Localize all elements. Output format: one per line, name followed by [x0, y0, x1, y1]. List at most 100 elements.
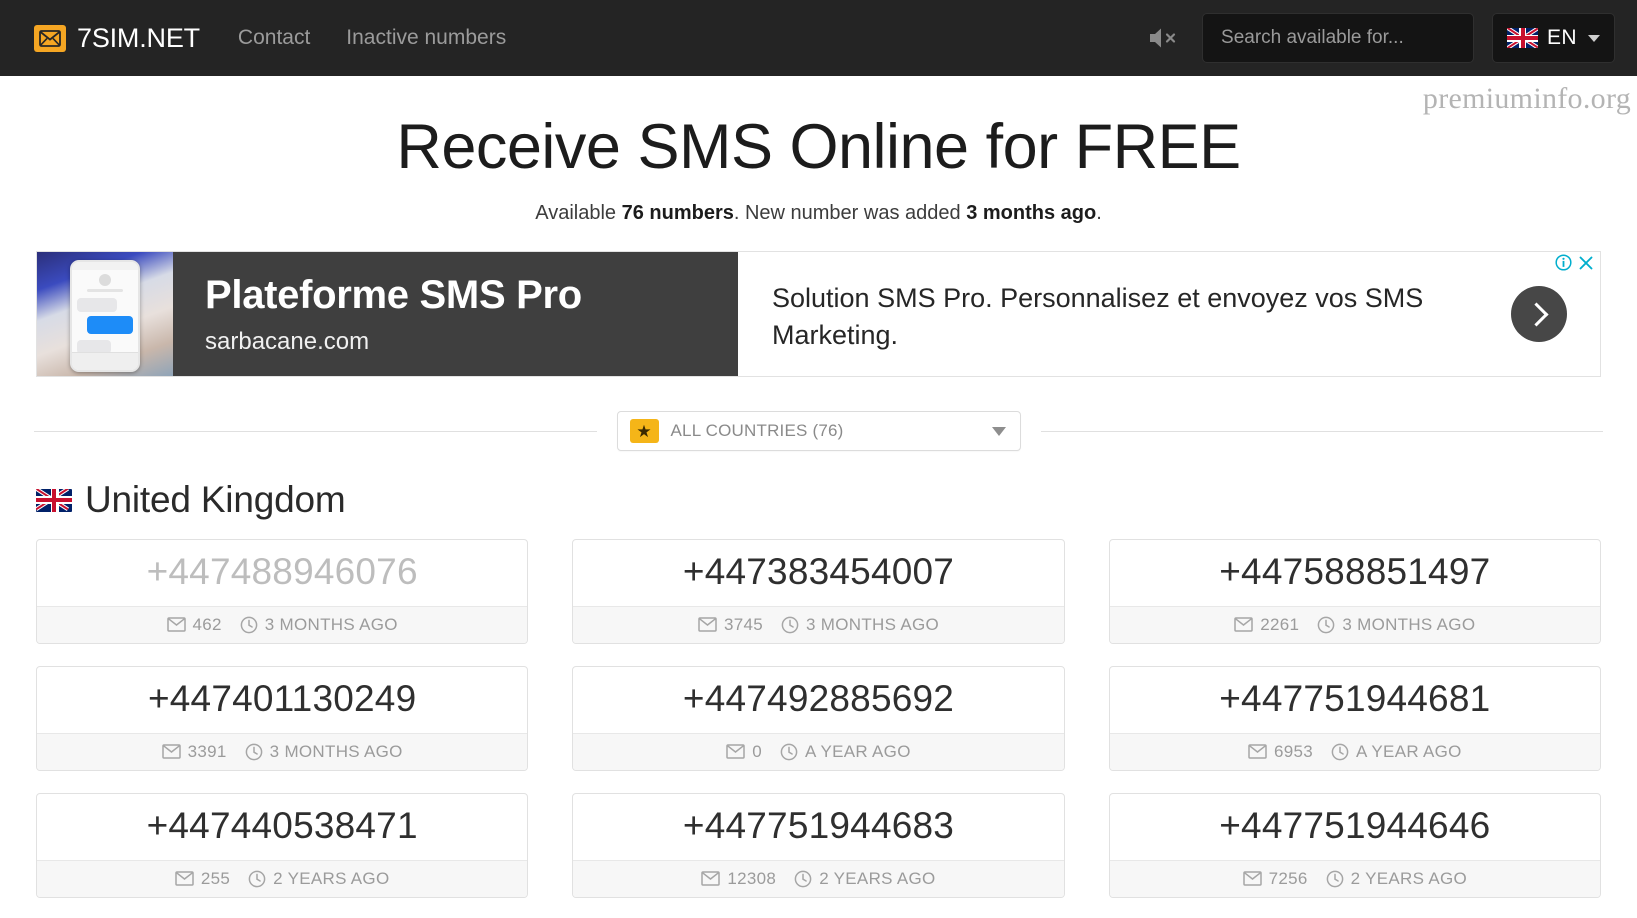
message-count-value: 6953: [1273, 741, 1313, 761]
message-count: 12308: [701, 869, 776, 889]
clock-icon: [248, 870, 266, 888]
brand-logo-link[interactable]: 7SIM.NET: [34, 23, 200, 54]
header-actions: EN: [1140, 13, 1615, 63]
last-updated: 3 MONTHS AGO: [1317, 615, 1475, 635]
divider-right: [1040, 430, 1603, 432]
advertisement-banner[interactable]: Plateforme SMS Pro sarbacane.com Solutio…: [36, 251, 1601, 378]
ad-brand-panel: Plateforme SMS Pro sarbacane.com: [173, 252, 738, 377]
message-count: 0: [726, 742, 762, 762]
number-card-meta: 0 A YEAR AGO: [573, 732, 1064, 770]
number-card[interactable]: +447488946076 462 3 MONTHS AGO: [36, 539, 529, 644]
ad-phone-mockup: [70, 260, 140, 373]
last-updated-value: A YEAR AGO: [805, 741, 911, 761]
last-updated-value: 3 MONTHS AGO: [264, 614, 398, 634]
subtitle-suffix: .: [1096, 202, 1102, 225]
envelope-icon: [161, 744, 181, 760]
uk-flag-icon: [36, 488, 72, 512]
last-updated: 2 YEARS AGO: [794, 869, 935, 889]
message-count-value: 12308: [727, 868, 777, 888]
number-card[interactable]: +447401130249 3391 3 MONTHS AGO: [36, 665, 529, 771]
envelope-icon: [1234, 617, 1254, 633]
message-count: 255: [175, 869, 230, 889]
message-count-value: 3745: [723, 614, 763, 634]
number-card[interactable]: +447440538471 255 2 YEARS AGO: [36, 792, 529, 898]
ad-thumbnail: [37, 252, 173, 377]
clock-icon: [240, 616, 258, 634]
number-value: +447751944683: [682, 804, 955, 846]
clock-icon: [794, 870, 812, 888]
search-input[interactable]: [1202, 13, 1475, 63]
last-updated-value: 3 MONTHS AGO: [269, 741, 403, 761]
envelope-icon: [175, 871, 194, 886]
number-card-meta: 462 3 MONTHS AGO: [37, 605, 528, 643]
number-card[interactable]: +447383454007 3745 3 MONTHS AGO: [572, 539, 1065, 644]
last-added-time: 3 months ago: [966, 202, 1097, 225]
number-card-meta: 3745 3 MONTHS AGO: [573, 605, 1064, 643]
last-updated-value: 3 MONTHS AGO: [806, 614, 940, 634]
clock-icon: [1331, 743, 1349, 761]
message-count-value: 462: [192, 614, 222, 634]
message-count: 7256: [1242, 868, 1308, 889]
star-icon: ★: [629, 419, 659, 444]
message-count-value: 7256: [1268, 868, 1308, 888]
envelope-icon: [34, 24, 66, 52]
ad-domain: sarbacane.com: [205, 328, 370, 356]
message-count: 6953: [1248, 742, 1313, 762]
available-count: 76 numbers: [621, 202, 734, 225]
clock-icon: [1317, 616, 1335, 634]
ad-description: Solution SMS Pro. Personnalisez et envoy…: [772, 283, 1424, 351]
number-value: +447751944681: [1219, 677, 1491, 719]
number-value: +447383454007: [682, 551, 955, 593]
subtitle-prefix: Available: [535, 202, 622, 225]
message-count: 2261: [1234, 615, 1299, 635]
country-heading: United Kingdom: [36, 479, 1637, 521]
number-card-meta: 255 2 YEARS AGO: [37, 859, 528, 897]
language-selector[interactable]: EN: [1492, 13, 1615, 63]
message-count-value: 0: [752, 741, 763, 761]
number-card[interactable]: +447588851497 2261 3 MONTHS AGO: [1108, 539, 1601, 644]
envelope-icon: [166, 617, 186, 633]
country-select-value: ALL COUNTRIES (76): [670, 421, 844, 441]
subtitle-middle: . New number was added: [733, 202, 967, 225]
page-title: Receive SMS Online for FREE: [396, 112, 1241, 182]
number-value: +447440538471: [146, 804, 418, 846]
message-count: 3745: [698, 615, 763, 635]
nav-link-inactive-numbers[interactable]: Inactive numbers: [346, 26, 506, 50]
chevron-down-icon: [991, 426, 1006, 436]
number-card[interactable]: +447751944681 6953 A YEAR AGO: [1108, 665, 1601, 771]
nav-link-contact[interactable]: Contact: [238, 26, 310, 50]
adchoices-info-icon[interactable]: [1555, 254, 1572, 271]
clock-icon: [245, 743, 263, 761]
availability-subtitle: Available 76 numbers. New number was add…: [0, 202, 1637, 225]
number-card-meta: 2261 3 MONTHS AGO: [1109, 605, 1600, 643]
last-updated-value: 3 MONTHS AGO: [1342, 614, 1476, 634]
envelope-icon: [1248, 744, 1267, 760]
envelope-icon: [1242, 871, 1262, 886]
language-label: EN: [1547, 26, 1577, 49]
message-count: 3391: [161, 741, 227, 762]
number-value: +447588851497: [1219, 551, 1491, 593]
message-count: 462: [166, 614, 222, 635]
speaker-muted-icon[interactable]: [1140, 18, 1184, 58]
last-updated: 2 YEARS AGO: [1326, 869, 1467, 889]
divider-left: [34, 430, 597, 432]
number-value: +447751944646: [1219, 804, 1491, 846]
chevron-right-icon[interactable]: [1511, 286, 1567, 343]
close-icon[interactable]: [1578, 255, 1594, 271]
country-filter-row: ★ ALL COUNTRIES (76): [34, 411, 1603, 452]
number-card[interactable]: +447492885692 0 A YEAR AGO: [572, 665, 1065, 771]
site-header: 7SIM.NET Contact Inactive numbers EN: [0, 0, 1637, 76]
country-select[interactable]: ★ ALL COUNTRIES (76): [616, 411, 1021, 452]
number-card[interactable]: +447751944646 7256 2 YEARS AGO: [1108, 792, 1601, 898]
uk-flag-icon: [1507, 28, 1539, 48]
message-count-value: 3391: [187, 741, 227, 761]
number-value: +447492885692: [682, 677, 955, 719]
message-count-value: 255: [200, 868, 231, 888]
number-card-meta: 12308 2 YEARS AGO: [573, 859, 1064, 897]
envelope-icon: [726, 744, 746, 760]
envelope-icon: [701, 871, 721, 886]
number-card[interactable]: +447751944683 12308 2 YEARS AGO: [572, 792, 1065, 898]
chevron-down-icon: [1588, 34, 1600, 42]
hero-section: premiuminfo.org Receive SMS Online for F…: [0, 76, 1637, 225]
number-value: +447401130249: [147, 677, 417, 719]
